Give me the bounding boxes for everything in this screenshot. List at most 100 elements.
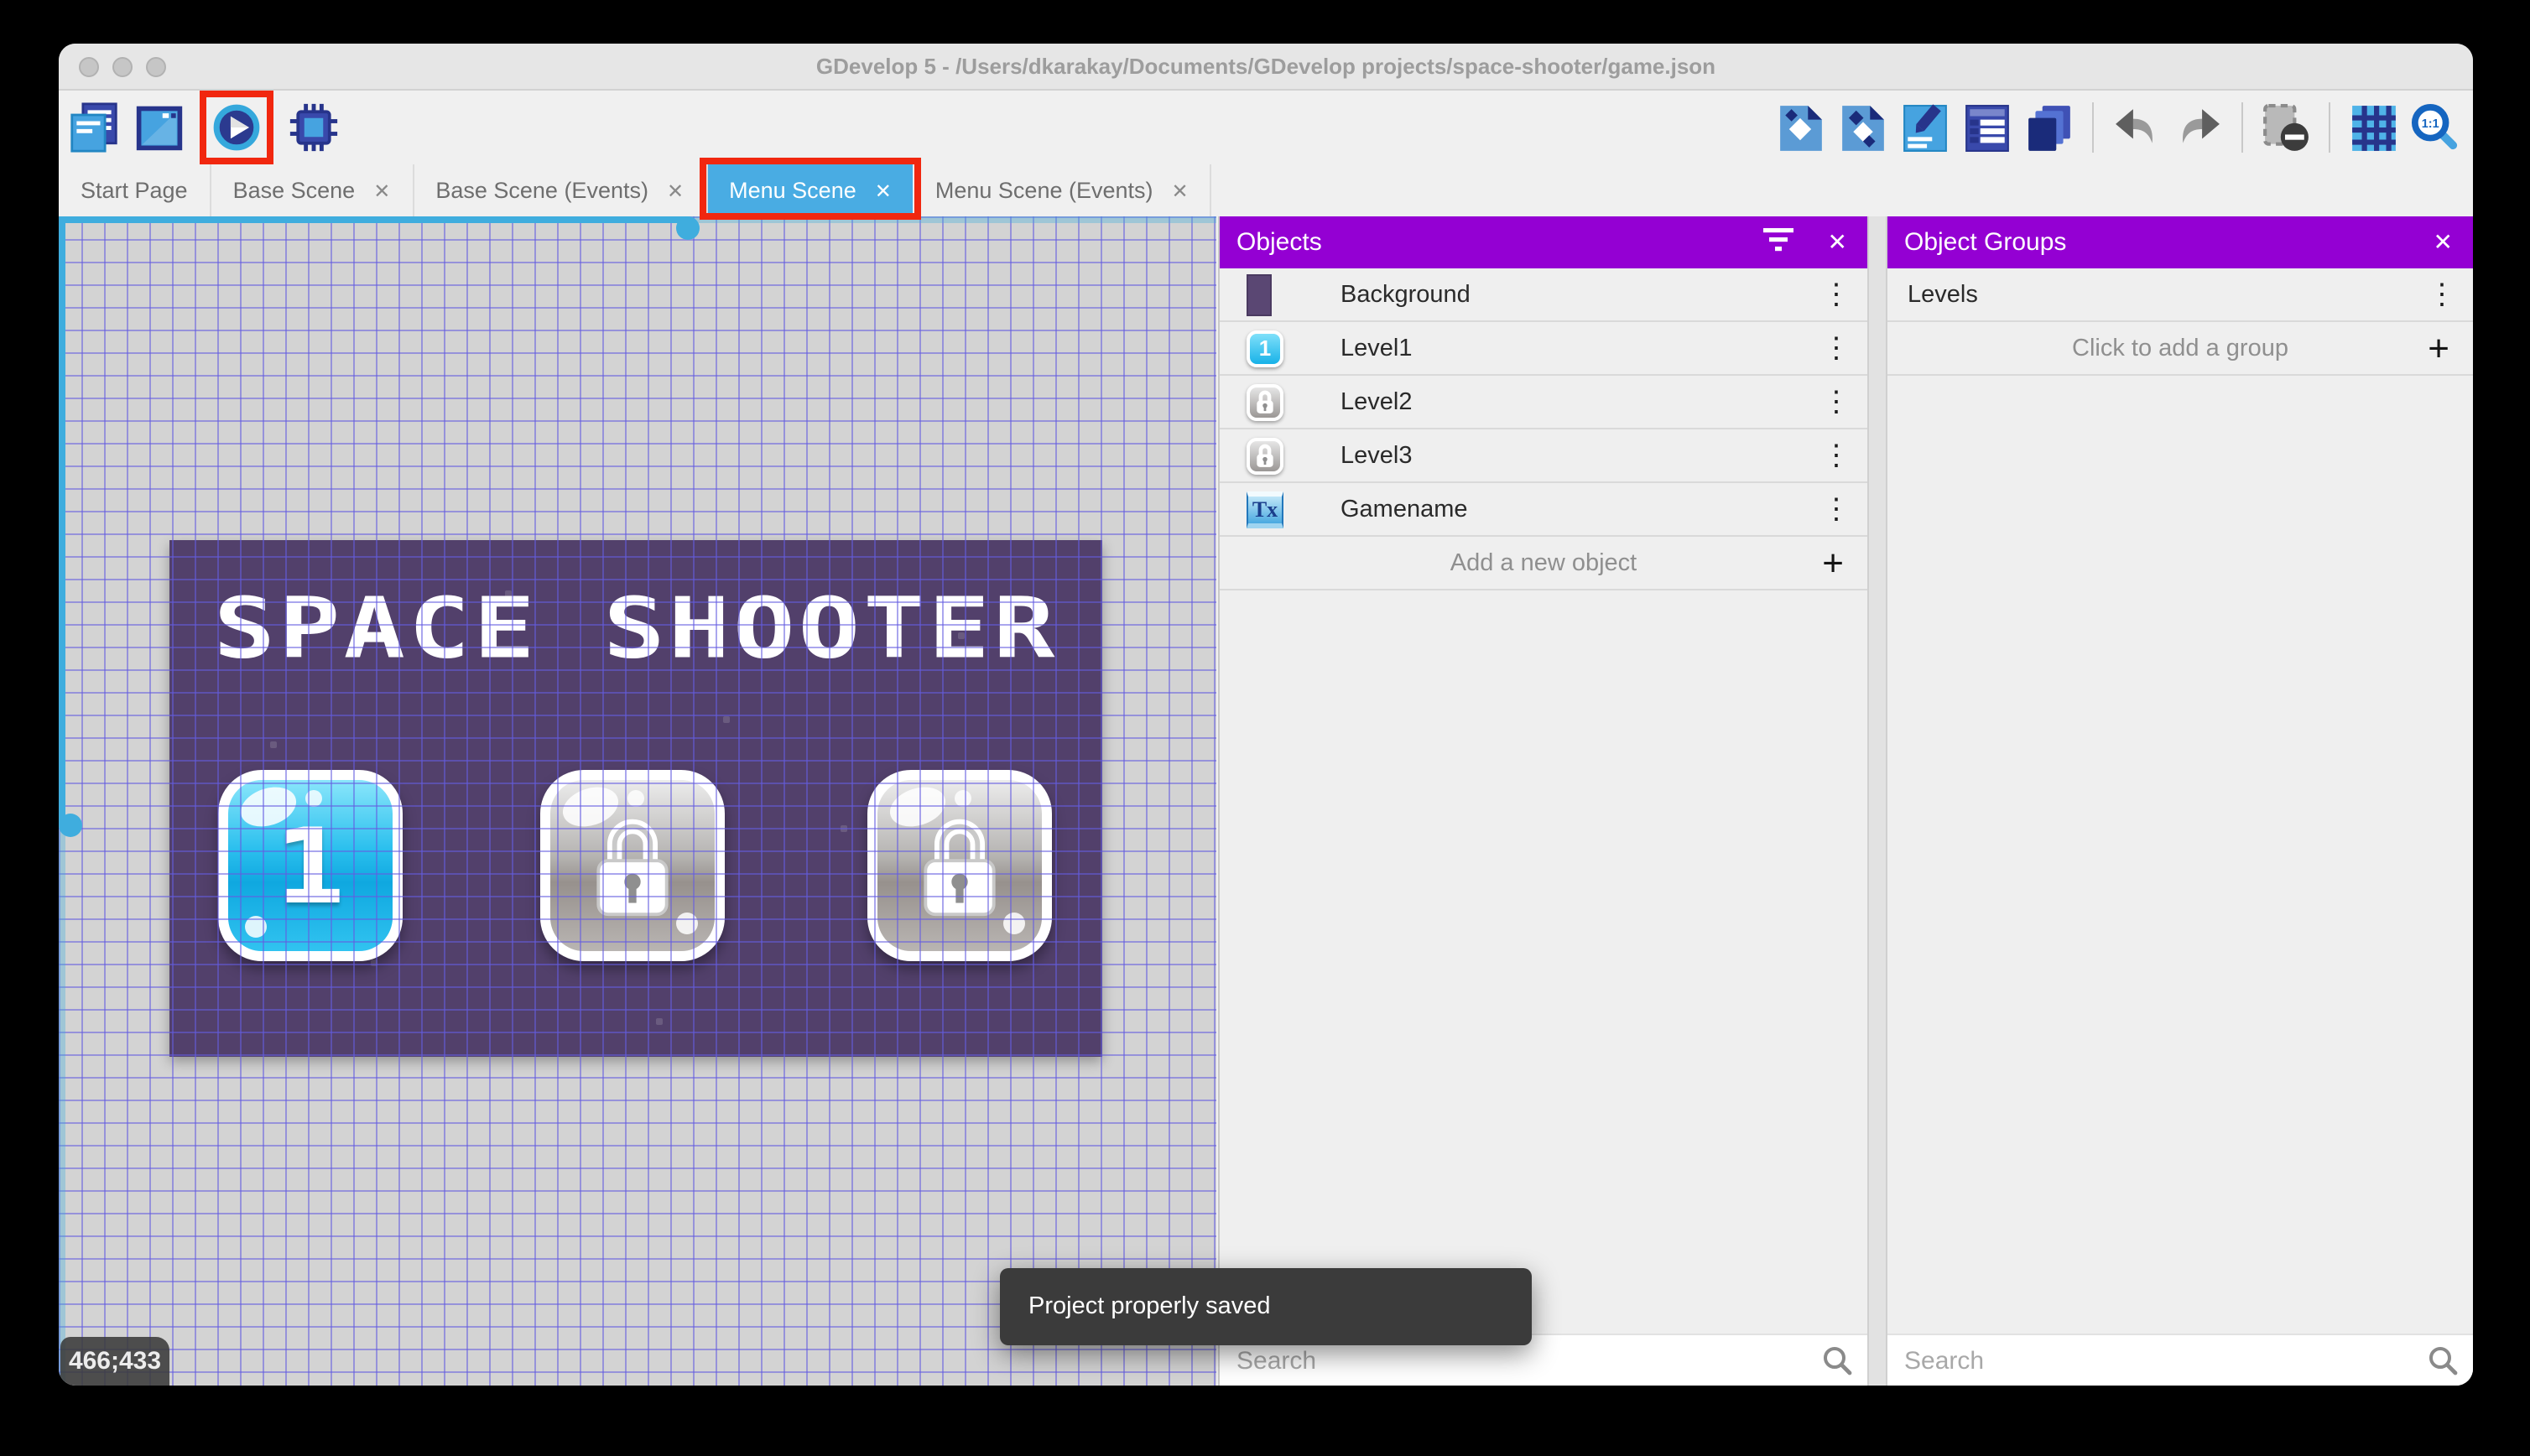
main-toolbar: 1:1 [59, 91, 2473, 164]
object-name: Level3 [1340, 442, 1413, 469]
main-area: SPACE SHOOTER 1 466;433 Objects ✕ Backgr… [59, 216, 2473, 1386]
object-row-background[interactable]: Background ⋮ [1220, 268, 1867, 322]
object-menu-icon[interactable]: ⋮ [1822, 268, 1851, 322]
add-new-object-row[interactable]: Add a new object + [1220, 537, 1867, 590]
level1-sprite-thumbnail: 1 [1247, 330, 1283, 367]
object-name: Gamename [1340, 496, 1468, 523]
redo-icon [2183, 108, 2220, 143]
level1-button-object[interactable]: 1 [218, 770, 403, 961]
grid-icon [2351, 105, 2395, 150]
zoom-1-1-icon: 1:1 [2411, 103, 2458, 150]
locked-sprite-thumbnail [1247, 437, 1283, 474]
level2-button-object[interactable] [540, 770, 725, 961]
scene-background-object[interactable]: SPACE SHOOTER 1 [169, 540, 1102, 1057]
plus-icon[interactable]: + [2428, 322, 2449, 376]
close-panel-icon[interactable]: ✕ [2434, 216, 2453, 268]
tab-label: Start Page [81, 178, 188, 203]
groups-search-input[interactable] [1887, 1335, 2473, 1386]
svg-text:1:1: 1:1 [2422, 117, 2439, 131]
tab-start-page[interactable]: Start Page [59, 164, 211, 216]
object-menu-icon[interactable]: ⋮ [1822, 483, 1851, 537]
play-button[interactable] [211, 102, 262, 153]
tab-menu-scene-events[interactable]: Menu Scene (Events) ✕ [914, 164, 1212, 216]
lock-icon [1257, 444, 1273, 467]
object-row-level2[interactable]: Level2 ⋮ [1220, 376, 1867, 429]
horizontal-scrollbar[interactable] [59, 216, 1216, 240]
object-row-level3[interactable]: Level3 ⋮ [1220, 429, 1867, 483]
instances-list-icon [1965, 104, 2009, 151]
vertical-scrollbar-thumb[interactable] [59, 814, 82, 837]
object-groups-panel-icon [1842, 105, 1884, 150]
annotation-play-highlight [200, 91, 273, 164]
panel-divider[interactable] [1867, 216, 1887, 1386]
object-groups-panel: Object Groups ✕ Levels ⋮ Click to add a … [1887, 216, 2473, 1386]
redo-button[interactable] [2174, 103, 2223, 152]
add-group-label: Click to add a group [2072, 335, 2288, 361]
object-menu-icon[interactable]: ⋮ [1822, 322, 1851, 376]
open-instances-list-button[interactable] [1963, 103, 2012, 152]
star-decoration [505, 590, 512, 597]
start-page-icon [136, 106, 183, 151]
star-decoration [270, 741, 277, 748]
group-row-levels[interactable]: Levels ⋮ [1887, 268, 2473, 322]
toggle-grid-button[interactable] [2349, 103, 2397, 152]
toolbar-separator [2241, 102, 2243, 153]
plus-icon[interactable]: + [1822, 537, 1844, 590]
close-panel-icon[interactable]: ✕ [1828, 216, 1847, 268]
star-decoration [841, 825, 847, 832]
search-icon [1822, 1345, 1852, 1384]
start-page-button[interactable] [134, 102, 185, 153]
lock-icon [596, 819, 669, 917]
open-object-groups-button[interactable] [1839, 103, 1887, 152]
tab-close-icon[interactable]: ✕ [875, 179, 892, 202]
star-decoration [958, 632, 965, 639]
scene-title-text-object[interactable]: SPACE SHOOTER [169, 587, 1102, 671]
object-row-level1[interactable]: 1 Level1 ⋮ [1220, 322, 1867, 376]
object-menu-icon[interactable]: ⋮ [1822, 429, 1851, 483]
object-name: Level2 [1340, 388, 1413, 415]
screenshot-stage: GDevelop 5 - /Users/dkarakay/Documents/G… [0, 0, 2530, 1456]
tab-close-icon[interactable]: ✕ [1172, 179, 1189, 202]
group-name: Levels [1908, 281, 1978, 308]
tab-label: Menu Scene [729, 178, 856, 203]
groups-search-bar [1887, 1334, 2473, 1386]
toggle-mask-icon [2263, 103, 2309, 150]
star-decoration [723, 716, 730, 723]
zoom-original-button[interactable]: 1:1 [2411, 103, 2460, 152]
scene-editor-canvas[interactable]: SPACE SHOOTER 1 466;433 [59, 216, 1216, 1386]
tab-close-icon[interactable]: ✕ [667, 179, 684, 202]
tab-base-scene-events[interactable]: Base Scene (Events) ✕ [414, 164, 708, 216]
locked-sprite-thumbnail [1247, 383, 1283, 420]
object-row-gamename[interactable]: Tx Gamename ⋮ [1220, 483, 1867, 537]
debug-button[interactable] [289, 102, 339, 153]
search-icon [2428, 1345, 2458, 1384]
vertical-scrollbar[interactable] [59, 216, 82, 1386]
tab-menu-scene[interactable]: Menu Scene ✕ [699, 158, 922, 220]
filter-icon[interactable] [1763, 228, 1793, 258]
tab-close-icon[interactable]: ✕ [373, 179, 390, 202]
horizontal-scrollbar-thumb[interactable] [676, 216, 700, 240]
object-name: Level1 [1340, 335, 1413, 361]
undo-button[interactable] [2112, 103, 2161, 152]
open-layers-button[interactable] [2025, 103, 2074, 152]
undo-icon [2116, 108, 2153, 143]
horizontal-scrollbar-track [59, 216, 688, 223]
toggle-mask-button[interactable] [2262, 103, 2310, 152]
level3-button-object[interactable] [867, 770, 1052, 961]
project-manager-button[interactable] [69, 102, 119, 153]
background-sprite-thumbnail [1247, 273, 1272, 315]
group-menu-icon[interactable]: ⋮ [2428, 268, 2456, 322]
add-new-object-label: Add a new object [1450, 549, 1637, 576]
object-groups-list: Levels ⋮ Click to add a group + [1887, 268, 2473, 376]
add-group-row[interactable]: Click to add a group + [1887, 322, 2473, 376]
layers-icon [2028, 105, 2070, 150]
object-groups-panel-header: Object Groups ✕ [1887, 216, 2473, 268]
play-icon [213, 104, 260, 151]
open-properties-button[interactable] [1901, 103, 1950, 152]
object-name: Background [1340, 281, 1471, 308]
object-menu-icon[interactable]: ⋮ [1822, 376, 1851, 429]
tab-label: Base Scene (Events) [435, 178, 648, 203]
open-objects-panel-button[interactable] [1777, 103, 1825, 152]
tab-base-scene[interactable]: Base Scene ✕ [211, 164, 414, 216]
title-bar: GDevelop 5 - /Users/dkarakay/Documents/G… [59, 44, 2473, 91]
